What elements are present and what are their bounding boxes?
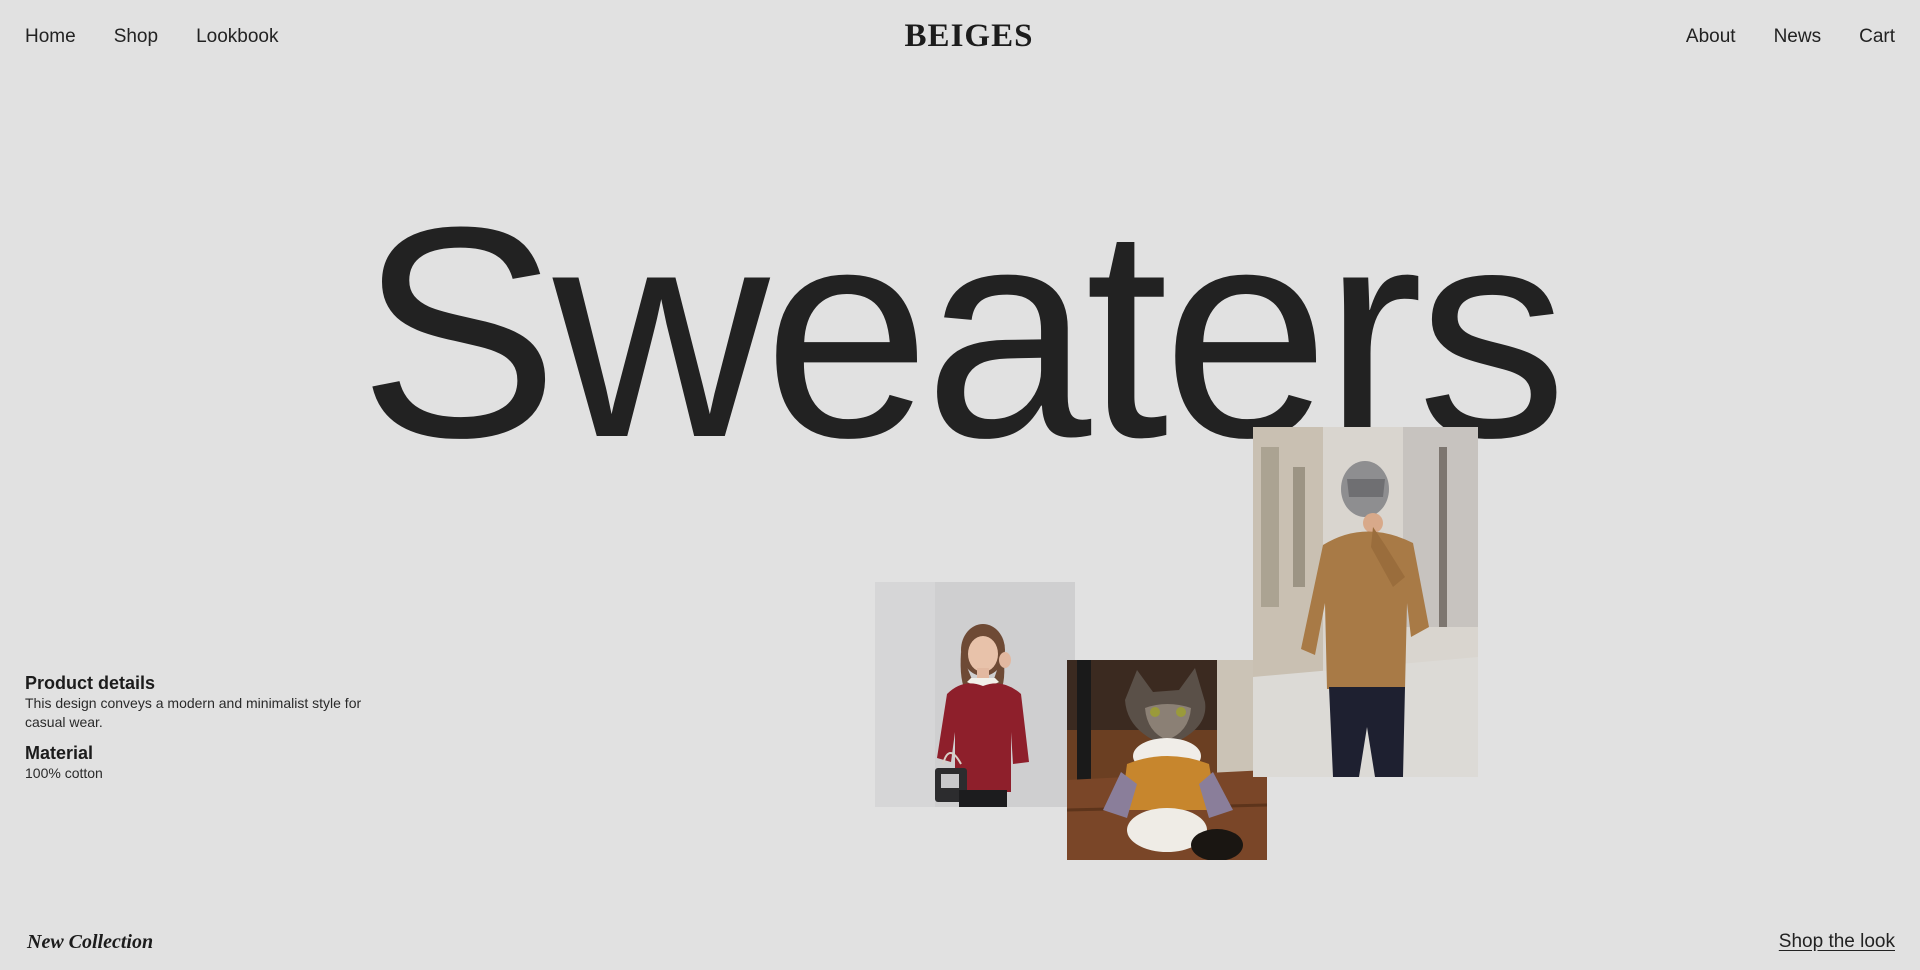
product-details-text: This design conveys a modern and minimal… bbox=[25, 695, 362, 730]
nav-right: About News Cart bbox=[1686, 25, 1895, 49]
shop-the-look-link[interactable]: Shop the look bbox=[1779, 929, 1895, 955]
brand-logo-text: BEIGES bbox=[904, 18, 1034, 54]
nav-about-link[interactable]: About bbox=[1686, 25, 1736, 49]
nav-news-link[interactable]: News bbox=[1774, 25, 1822, 49]
brand-logo[interactable]: BEIGES bbox=[0, 16, 1920, 56]
product-details-heading: Product details bbox=[25, 673, 156, 693]
new-collection-label: New Collection bbox=[27, 931, 154, 953]
product-details: Product details This design conveys a mo… bbox=[25, 672, 365, 783]
man-brown-sweater-photo[interactable] bbox=[1253, 427, 1478, 777]
nav-cart-link[interactable]: Cart bbox=[1859, 25, 1895, 49]
material-text: 100% cotton bbox=[25, 765, 103, 781]
material-heading: Material bbox=[25, 743, 94, 763]
hero-title: Sweaters bbox=[358, 164, 1568, 500]
top-nav: Home Shop Lookbook BEIGES About News Car… bbox=[0, 0, 1920, 74]
woman-red-sweater-photo[interactable] bbox=[875, 582, 1075, 807]
cat-sweater-photo[interactable] bbox=[1067, 660, 1267, 860]
